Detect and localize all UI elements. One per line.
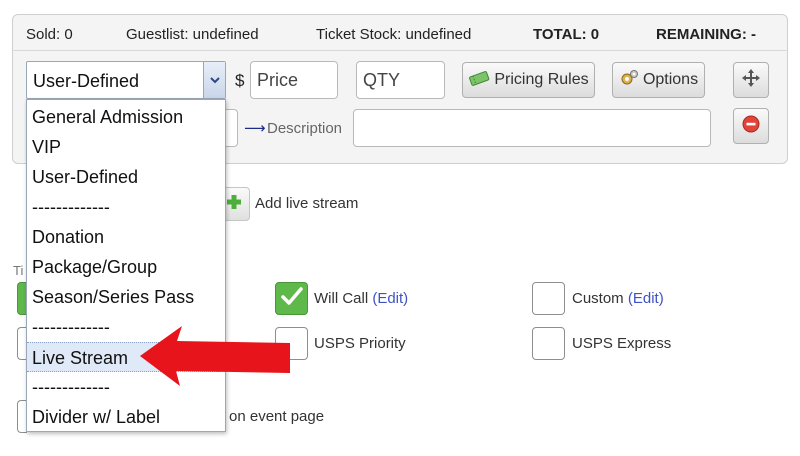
usps-priority-label: USPS Priority bbox=[314, 335, 406, 352]
pricing-rules-label: Pricing Rules bbox=[494, 71, 589, 88]
dropdown-divider[interactable]: ------------- bbox=[27, 372, 225, 402]
event-page-label: on event page bbox=[229, 408, 325, 425]
options-button[interactable]: Options bbox=[612, 62, 705, 98]
usps-express-checkbox[interactable] bbox=[532, 327, 565, 360]
custom-edit-link[interactable]: (Edit) bbox=[628, 290, 664, 307]
guestlist-stat: Guestlist: undefined bbox=[126, 26, 259, 43]
dropdown-option-donation[interactable]: Donation bbox=[27, 222, 225, 252]
pricing-rules-button[interactable]: Pricing Rules bbox=[462, 62, 595, 98]
will-call-edit-link[interactable]: (Edit) bbox=[372, 290, 408, 307]
price-input[interactable] bbox=[250, 61, 338, 99]
dropdown-option-season-series-pass[interactable]: Season/Series Pass bbox=[27, 282, 225, 312]
dropdown-option-general-admission[interactable]: General Admission bbox=[27, 102, 225, 132]
move-arrows-icon bbox=[741, 68, 761, 93]
checkmark-icon bbox=[280, 285, 304, 312]
sold-stat: Sold: 0 bbox=[26, 26, 73, 43]
custom-label: Custom bbox=[572, 290, 624, 307]
dropdown-option-divider-with-label[interactable]: Divider w/ Label bbox=[27, 402, 225, 432]
dropdown-option-live-stream[interactable]: Live Stream bbox=[27, 342, 225, 372]
ticket-type-dropdown-list[interactable]: General Admission VIP User-Defined -----… bbox=[26, 99, 226, 432]
total-stat: TOTAL: 0 bbox=[533, 26, 600, 43]
move-button[interactable] bbox=[733, 62, 769, 98]
ticket-stock-stat: Ticket Stock: undefined bbox=[316, 26, 472, 43]
custom-checkbox[interactable] bbox=[532, 282, 565, 315]
currency-symbol: $ bbox=[235, 71, 245, 90]
will-call-option: Will Call (Edit) bbox=[314, 290, 408, 307]
ticket-type-value: User-Defined bbox=[33, 71, 140, 91]
options-label: Options bbox=[642, 71, 699, 88]
dropdown-option-user-defined[interactable]: User-Defined bbox=[27, 162, 225, 192]
description-label: Description bbox=[267, 120, 343, 137]
ticket-tag-icon bbox=[468, 70, 490, 91]
usps-priority-checkbox[interactable] bbox=[275, 327, 308, 360]
ticket-type-select[interactable]: User-Defined bbox=[26, 61, 226, 99]
dropdown-option-package-group[interactable]: Package/Group bbox=[27, 252, 225, 282]
add-live-stream-label: Add live stream bbox=[255, 195, 359, 212]
gear-icon bbox=[619, 69, 639, 92]
arrow-right-icon: ⟶ bbox=[244, 120, 266, 137]
qty-input[interactable] bbox=[356, 61, 445, 99]
dropdown-option-vip[interactable]: VIP bbox=[27, 132, 225, 162]
dropdown-divider[interactable]: ------------- bbox=[27, 312, 225, 342]
plus-icon bbox=[226, 194, 242, 215]
remove-button[interactable] bbox=[733, 108, 769, 144]
panel-divider bbox=[12, 50, 788, 51]
will-call-checkbox[interactable] bbox=[275, 282, 308, 315]
minus-circle-icon bbox=[741, 114, 761, 139]
usps-express-label: USPS Express bbox=[572, 335, 672, 352]
section-heading-partial: Ti bbox=[13, 263, 24, 278]
remaining-stat: REMAINING: - bbox=[656, 26, 756, 43]
description-input[interactable] bbox=[353, 109, 711, 147]
will-call-label: Will Call bbox=[314, 290, 369, 307]
dropdown-divider[interactable]: ------------- bbox=[27, 192, 225, 222]
chevron-down-icon[interactable] bbox=[203, 62, 225, 98]
custom-option: Custom (Edit) bbox=[572, 290, 664, 307]
